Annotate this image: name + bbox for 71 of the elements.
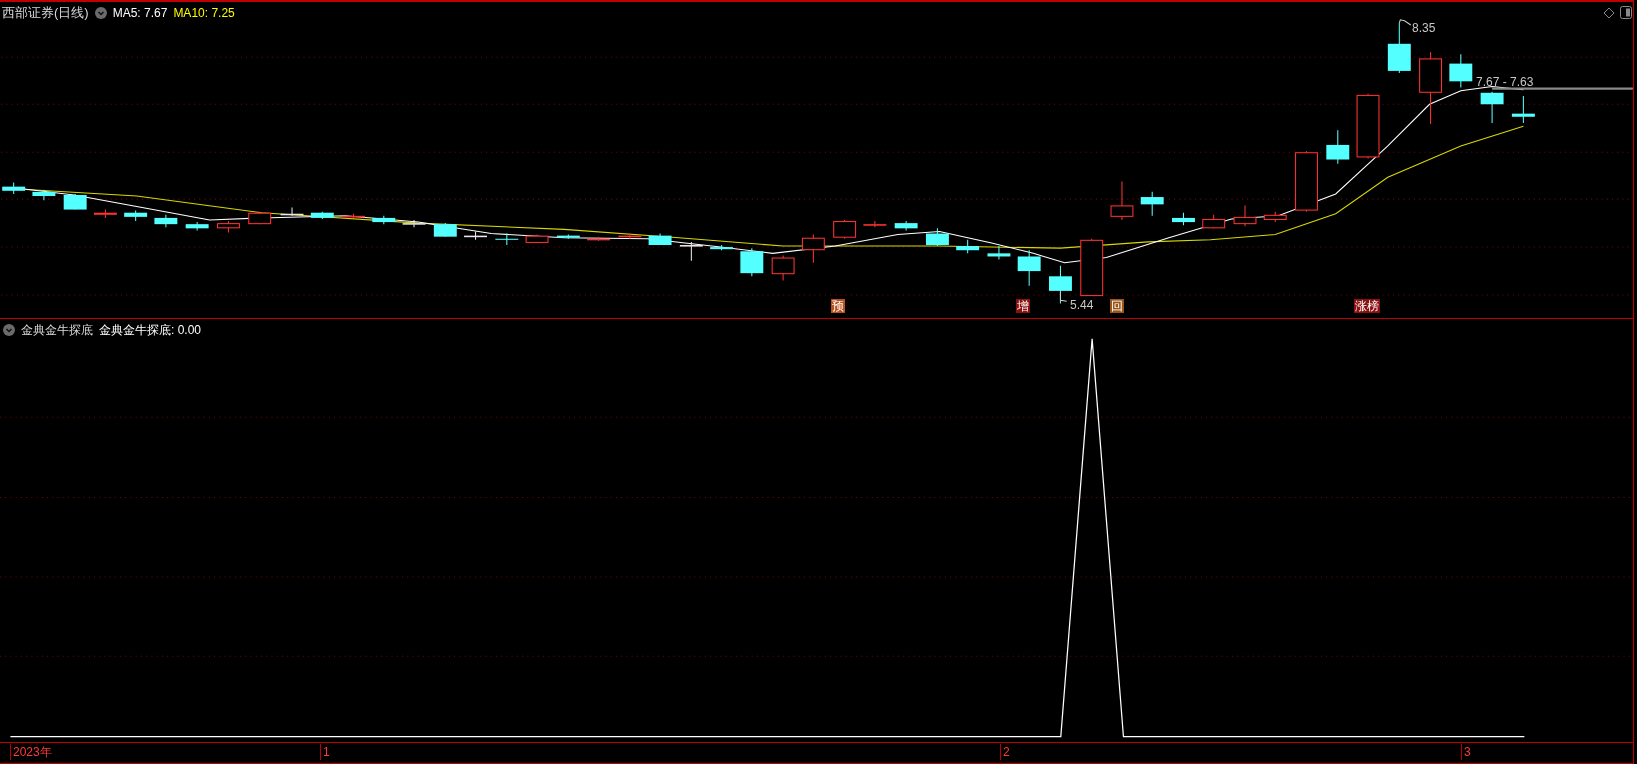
candlestick xyxy=(587,236,611,242)
candlestick xyxy=(801,234,825,264)
candlestick xyxy=(618,233,642,240)
chevron-down-icon[interactable] xyxy=(3,324,15,336)
candlestick xyxy=(216,220,240,233)
candlestick xyxy=(464,230,487,241)
time-axis-label: 2 xyxy=(1000,744,1010,760)
candlestick xyxy=(32,189,56,201)
candlestick xyxy=(710,244,734,251)
candlestick xyxy=(1233,204,1257,227)
candlestick xyxy=(771,254,795,281)
candlestick xyxy=(556,234,580,240)
candlestick xyxy=(863,220,887,228)
signal-tag: 涨榜 xyxy=(1354,299,1381,313)
candlestick xyxy=(1326,129,1350,165)
candlestick xyxy=(1049,265,1072,304)
candlestick xyxy=(433,222,457,238)
candlestick xyxy=(185,221,209,231)
candlestick xyxy=(342,213,365,219)
chevron-down-icon[interactable] xyxy=(94,7,107,19)
leader-line xyxy=(1398,19,1412,26)
candlestick xyxy=(280,206,304,217)
panel-toggle-icon[interactable] xyxy=(1620,6,1632,19)
last-price-label: 7.67 - 7.63 xyxy=(1476,74,1534,91)
indicator-value: 金典金牛探底: 0.00 xyxy=(99,322,202,339)
ma10-value: MA10: 7.25 xyxy=(173,5,235,22)
candlestick xyxy=(1263,211,1287,223)
stock-title: 西部证券(日线) xyxy=(2,4,89,23)
time-axis-label: 1 xyxy=(320,744,330,760)
candlestick xyxy=(1387,22,1411,74)
candlestick xyxy=(1295,150,1318,213)
candlestick xyxy=(495,233,519,246)
candlestick xyxy=(740,247,764,277)
candlestick xyxy=(1449,53,1473,89)
candlestick xyxy=(2,181,26,195)
candlestick xyxy=(310,211,334,220)
candlestick xyxy=(525,234,549,244)
candlestick xyxy=(1110,180,1134,221)
candlestick xyxy=(894,220,918,231)
diamond-icon[interactable] xyxy=(1603,7,1615,19)
candlestick xyxy=(1511,95,1535,124)
candlestick xyxy=(154,214,178,228)
candlestick xyxy=(648,233,672,246)
candlestick xyxy=(833,219,857,240)
candlestick xyxy=(63,193,87,211)
candlestick xyxy=(1140,191,1164,217)
time-axis-label: 3 xyxy=(1461,744,1471,760)
high-price-label: 8.35 xyxy=(1412,20,1436,37)
leader-line xyxy=(1059,291,1068,302)
indicator-name: 金典金牛探底 xyxy=(21,322,93,339)
candlestick xyxy=(124,210,148,222)
candlestick xyxy=(248,211,272,225)
candlestick xyxy=(93,209,117,219)
low-price-label: 5.44 xyxy=(1070,297,1094,314)
candlestick xyxy=(372,215,396,225)
candlestick xyxy=(1480,91,1504,124)
ma5-value: MA5: 7.67 xyxy=(112,5,168,22)
candlestick xyxy=(1017,249,1041,287)
candlestick xyxy=(1172,212,1195,226)
candlestick xyxy=(1356,93,1380,159)
candlestick xyxy=(987,245,1011,261)
candlestick xyxy=(925,227,949,247)
time-axis-label: 2023年 xyxy=(10,744,52,760)
signal-tag: 增 xyxy=(1016,299,1031,313)
candlestick xyxy=(956,239,980,254)
candlestick xyxy=(402,219,426,228)
candlestick xyxy=(1080,238,1104,297)
candlestick xyxy=(679,241,703,262)
signal-tag: 预 xyxy=(831,299,846,313)
signal-tag: 回 xyxy=(1110,299,1125,313)
candlestick xyxy=(1202,214,1226,229)
